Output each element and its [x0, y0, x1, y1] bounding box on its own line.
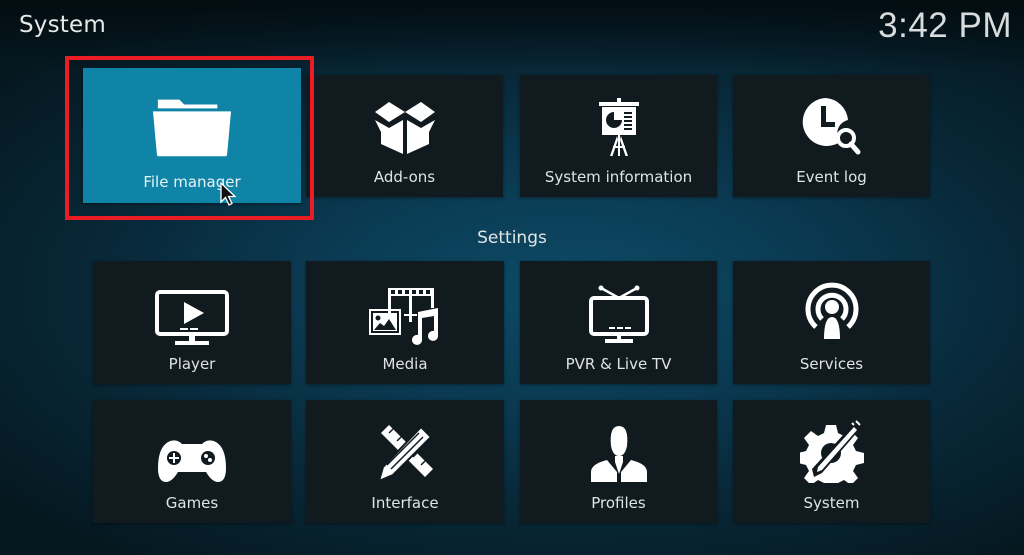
tile-services[interactable]: Services [733, 261, 930, 384]
tile-label: Services [799, 355, 864, 373]
tile-add-ons[interactable]: Add-ons [306, 75, 503, 197]
tile-label: Profiles [591, 494, 646, 512]
tile-label: Event log [796, 168, 867, 186]
tile-label: Interface [371, 494, 439, 512]
broadcast-person-icon [792, 277, 872, 347]
presentation-easel-icon [579, 93, 659, 163]
page-title: System [19, 12, 106, 38]
tile-label: System [803, 494, 860, 512]
clock-search-icon [792, 93, 872, 163]
tile-player[interactable]: Player [93, 261, 291, 384]
tile-label: Games [165, 494, 219, 512]
tile-profiles[interactable]: Profiles [520, 400, 717, 523]
tile-label: File manager [143, 173, 241, 191]
tile-label: Add-ons [373, 168, 436, 186]
tv-antenna-icon [579, 279, 659, 349]
gear-wrench-icon [792, 416, 872, 486]
tile-label: Media [382, 355, 428, 373]
mouse-cursor-icon [220, 182, 238, 208]
tile-media[interactable]: Media [306, 261, 504, 384]
monitor-play-icon [152, 283, 232, 353]
tile-pvr-live-tv[interactable]: PVR & Live TV [520, 261, 717, 384]
media-film-photo-music-icon [365, 281, 445, 351]
gamepad-icon [152, 426, 232, 496]
tile-interface[interactable]: Interface [306, 400, 504, 523]
tile-system[interactable]: System [733, 400, 930, 523]
section-title-settings: Settings [477, 228, 547, 248]
person-icon [579, 418, 659, 488]
tile-games[interactable]: Games [93, 400, 291, 523]
pencil-ruler-icon [365, 418, 445, 488]
open-box-icon [365, 93, 445, 163]
tile-file-manager[interactable]: File manager [83, 68, 301, 203]
clock: 3:42 PM [878, 6, 1012, 45]
tile-label: PVR & Live TV [565, 355, 672, 373]
tile-label: System information [544, 168, 693, 186]
header-shade [0, 0, 1024, 70]
folder-icon [152, 90, 232, 160]
tile-system-information[interactable]: System information [520, 75, 717, 197]
tile-event-log[interactable]: Event log [733, 75, 930, 197]
tile-label: Player [168, 355, 216, 373]
